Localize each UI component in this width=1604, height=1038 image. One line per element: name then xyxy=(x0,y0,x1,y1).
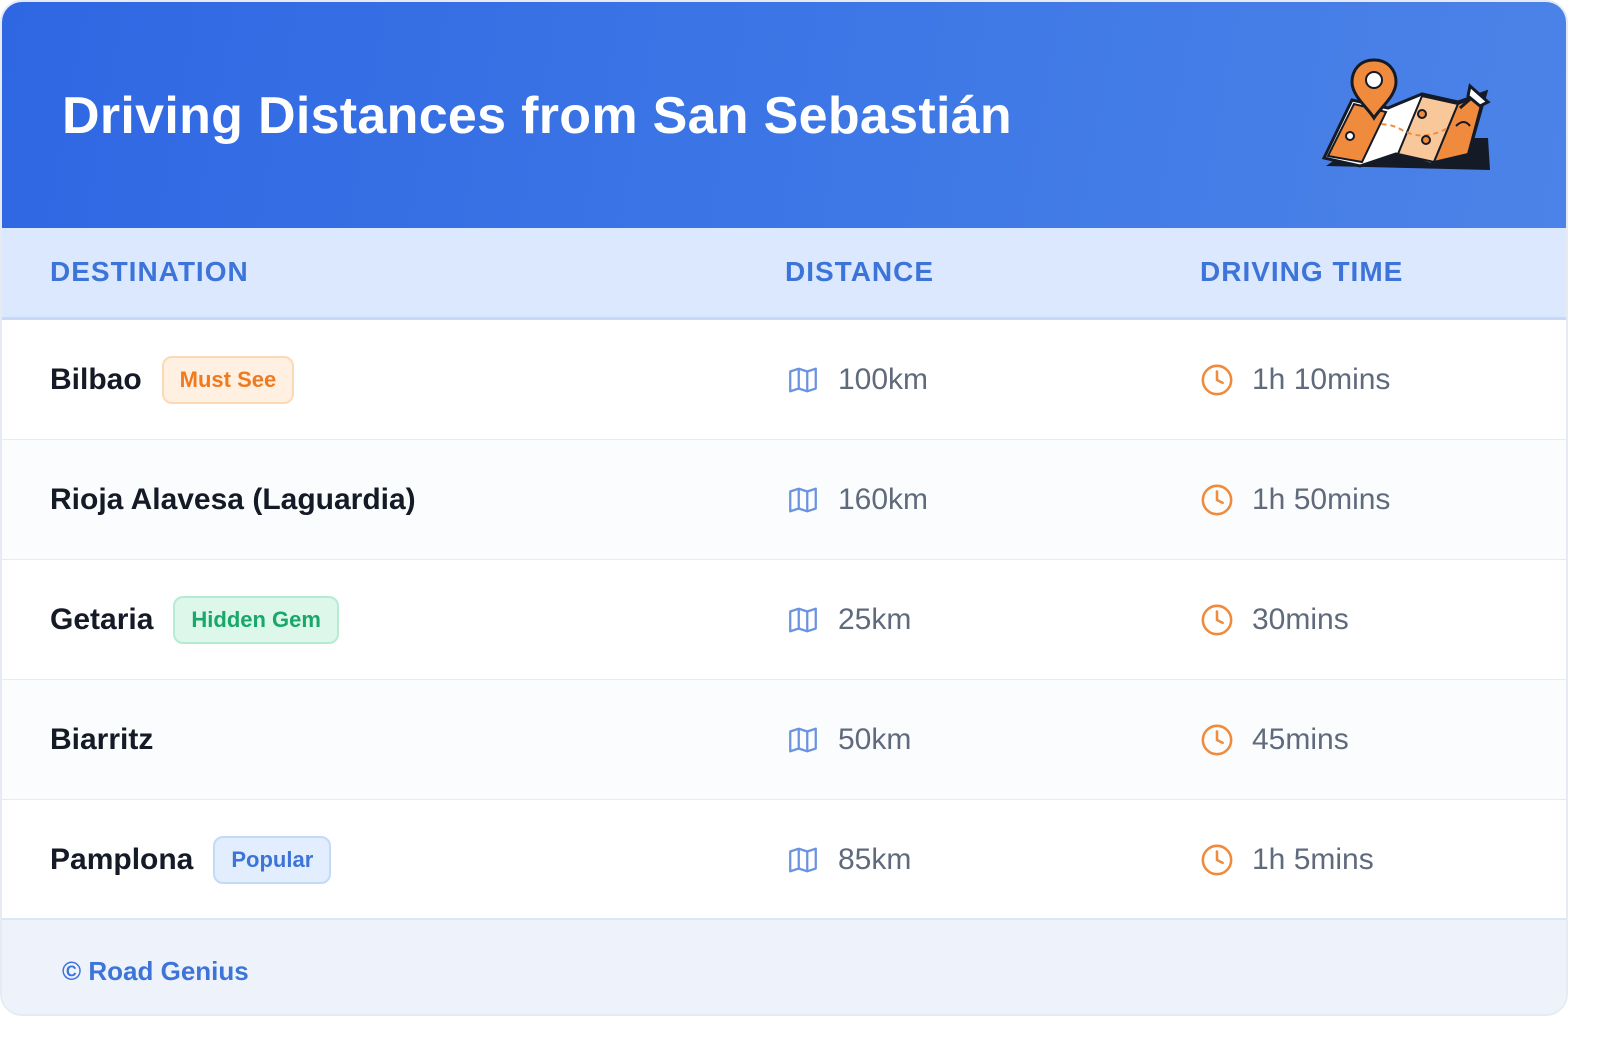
clock-icon xyxy=(1201,844,1233,875)
table-header: DESTINATION DISTANCE DRIVING TIME xyxy=(2,228,1566,320)
hidden-gem-badge: Hidden Gem xyxy=(173,595,339,644)
distance-value: 100km xyxy=(838,362,929,396)
page-title: Driving Distances from San Sebastián xyxy=(62,87,1012,145)
table-row: Biarritz 50km 45mins xyxy=(2,680,1566,800)
distance-value: 85km xyxy=(838,842,912,876)
distance-value: 160km xyxy=(838,482,929,516)
table-row: Getaria Hidden Gem 25km 30mins xyxy=(2,560,1566,680)
table-row: Pamplona Popular 85km 1h 5mins xyxy=(2,800,1566,920)
destination-name: Bilbao xyxy=(50,362,142,396)
driving-time-value: 1h 50mins xyxy=(1252,482,1391,516)
table-row: Rioja Alavesa (Laguardia) 160km 1h 50min… xyxy=(2,440,1566,560)
destination-name: Biarritz xyxy=(50,722,154,756)
table-body: Bilbao Must See 100km 1h 10mins Rioja Al… xyxy=(2,320,1566,920)
clock-icon xyxy=(1201,484,1233,515)
clock-icon xyxy=(1201,604,1233,635)
column-header-destination: DESTINATION xyxy=(50,256,249,287)
distance-value: 50km xyxy=(838,722,912,756)
map-pin-icon xyxy=(1321,58,1491,170)
driving-time-value: 1h 10mins xyxy=(1252,362,1391,396)
distance-card: Driving Distances from San Sebastián DES… xyxy=(0,0,1568,1016)
map-icon xyxy=(789,367,817,392)
map-icon xyxy=(789,607,817,632)
map-icon xyxy=(789,487,817,512)
driving-time-value: 30mins xyxy=(1252,602,1349,636)
distance-value: 25km xyxy=(838,602,912,636)
map-icon xyxy=(789,847,817,872)
driving-time-value: 45mins xyxy=(1252,722,1349,756)
popular-badge: Popular xyxy=(213,835,332,884)
destination-name: Pamplona xyxy=(50,842,194,876)
destination-name: Rioja Alavesa (Laguardia) xyxy=(50,482,416,516)
column-header-distance: DISTANCE xyxy=(785,256,935,287)
driving-time-value: 1h 5mins xyxy=(1252,842,1374,876)
copyright-text: © Road Genius xyxy=(62,956,249,986)
must-see-badge: Must See xyxy=(161,355,295,404)
card-footer: © Road Genius xyxy=(2,918,1566,1014)
clock-icon xyxy=(1201,364,1233,395)
card-header: Driving Distances from San Sebastián xyxy=(2,2,1566,228)
column-header-driving-time: DRIVING TIME xyxy=(1200,256,1404,287)
map-icon xyxy=(789,727,817,752)
destination-name: Getaria xyxy=(50,602,154,636)
clock-icon xyxy=(1201,724,1233,755)
table-row: Bilbao Must See 100km 1h 10mins xyxy=(2,320,1566,440)
